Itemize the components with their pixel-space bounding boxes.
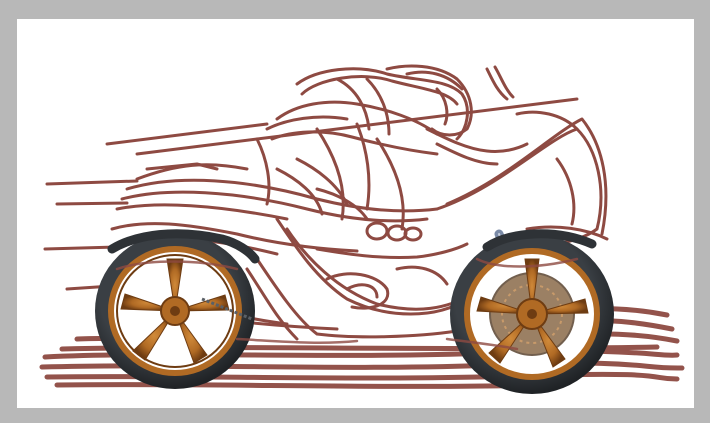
image-frame xyxy=(0,0,710,423)
front-wheel xyxy=(450,229,614,394)
motorcycle-illustration xyxy=(39,64,685,394)
drawing-canvas xyxy=(17,19,694,408)
